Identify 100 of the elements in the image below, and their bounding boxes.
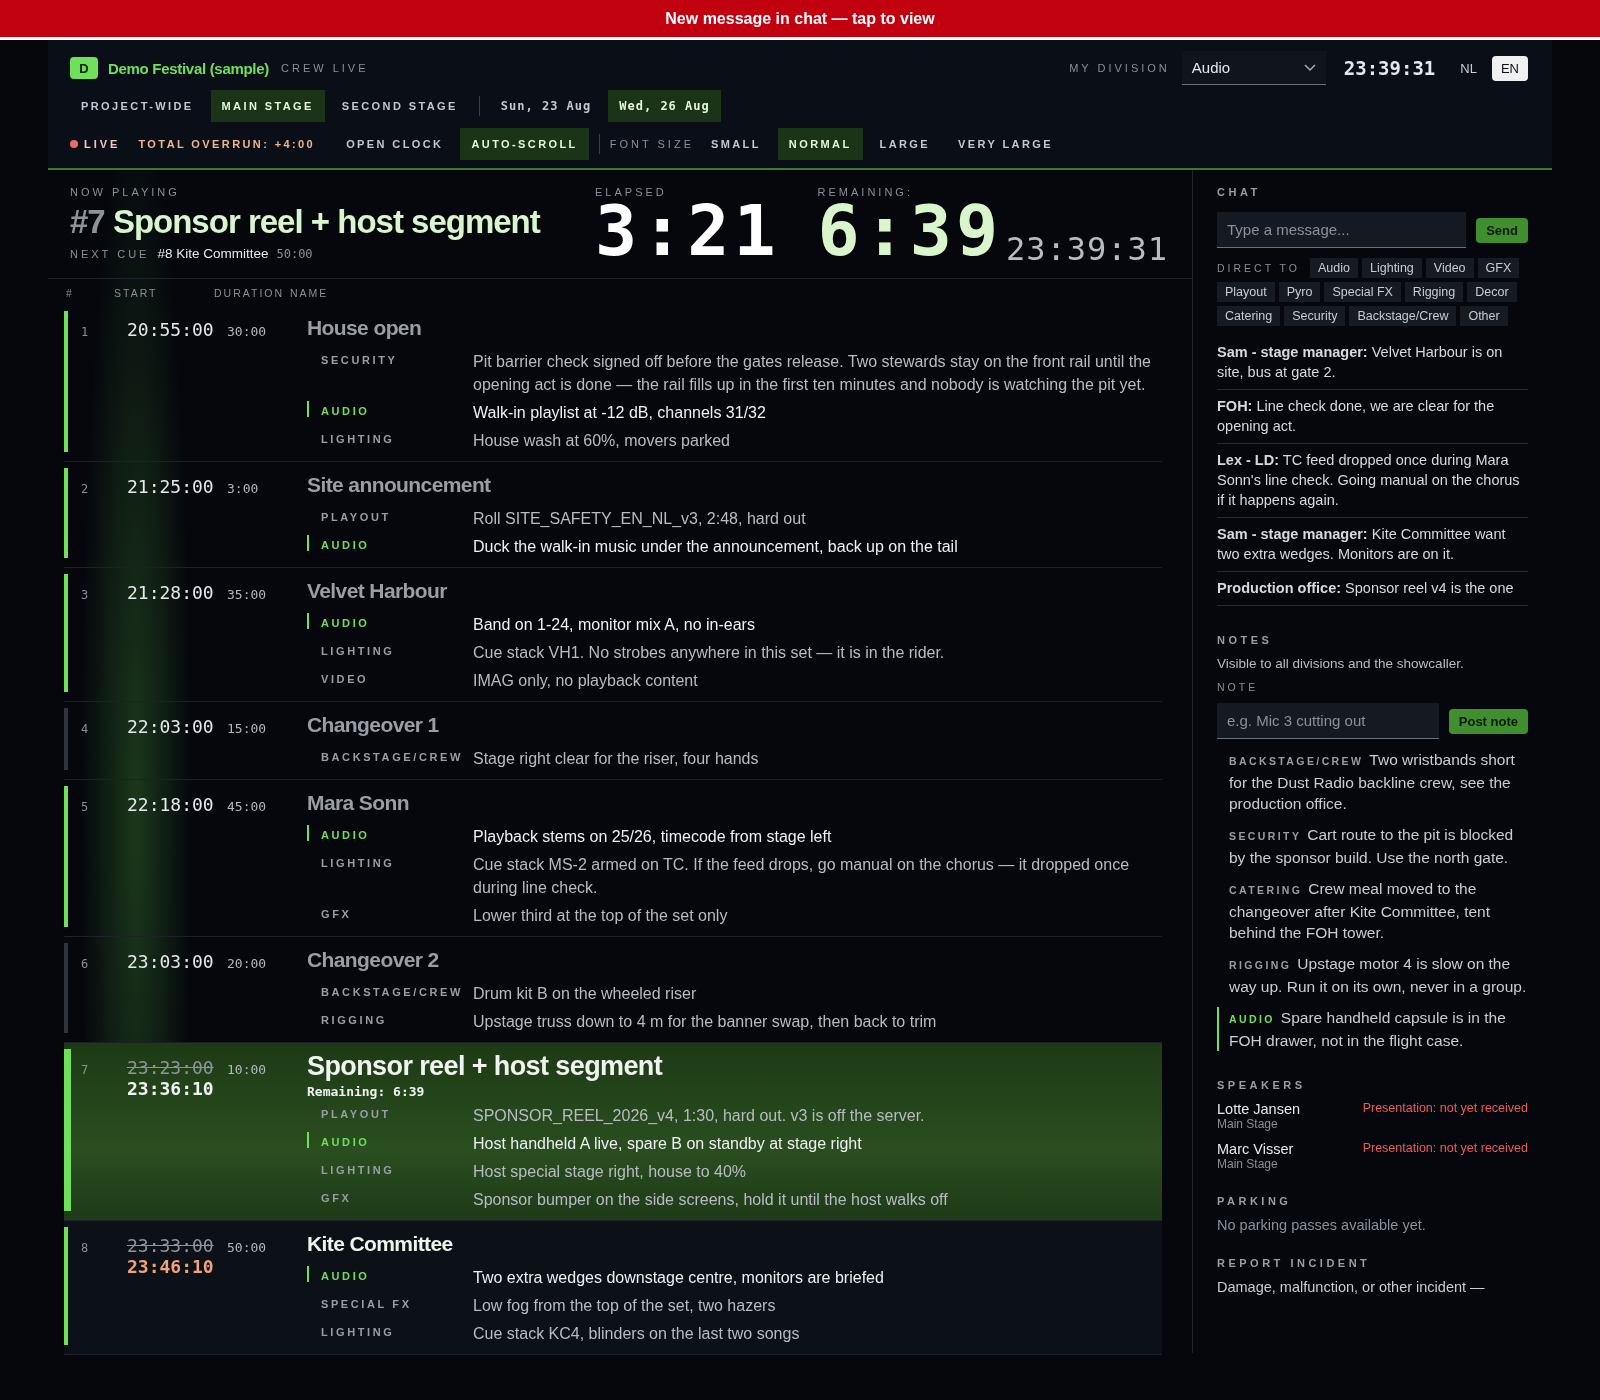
division-note: Cue stack VH1. No strobes anywhere in this set — it is in the rider. bbox=[473, 643, 946, 663]
cue-row[interactable]: 2 21:25:00 3:00 Site announcement PLAYOUT Roll SITE_SAFETY_EN_NL_v3, 2:48, hard out AUDIO Duck the walk-in music under the announcement, back up on the tail bbox=[64, 462, 1162, 568]
font-size-button[interactable]: LARGE bbox=[868, 128, 942, 160]
division-label: GFX bbox=[320, 1191, 353, 1204]
cue-name: Sponsor reel + host segment bbox=[307, 1050, 664, 1083]
cue-name: Changeover 2 bbox=[307, 947, 440, 973]
cue-name: Site announcement bbox=[307, 472, 492, 498]
posted-note: AUDIO Spare handheld capsule is in the FOH drawer, not in the flight case. bbox=[1217, 1007, 1528, 1051]
cue-start-time: 21:28:00 bbox=[127, 582, 214, 603]
cue-number: 5 bbox=[80, 799, 90, 814]
toggle-button[interactable]: AUTO-SCROLL bbox=[460, 128, 589, 160]
division-label: AUDIO bbox=[307, 401, 473, 417]
posted-note: RIGGING Upstage motor 4 is slow on the way up. Run it on its own, never in a group. bbox=[1228, 954, 1528, 997]
cue-start-time: 23:23:00 bbox=[127, 1057, 214, 1078]
post-note-button[interactable]: Post note bbox=[1448, 708, 1528, 734]
font-size-button[interactable]: SMALL bbox=[699, 128, 772, 160]
division-note: House wash at 60%, movers parked bbox=[473, 431, 731, 451]
now-playing-label: NOW PLAYING bbox=[70, 186, 181, 198]
recipient-chip[interactable]: Security bbox=[1284, 306, 1346, 326]
recipient-chip[interactable]: Playout bbox=[1217, 282, 1275, 302]
stage-tab[interactable]: MAIN STAGE bbox=[210, 90, 325, 122]
division-note: Two extra wedges downstage centre, monitors are briefed bbox=[473, 1268, 885, 1288]
notes-title: NOTES bbox=[1217, 634, 1274, 646]
division-note: Upstage truss down to 4 m for the banner swap, then back to trim bbox=[473, 1012, 938, 1032]
language-button[interactable]: NL bbox=[1451, 55, 1486, 81]
font-size-button[interactable]: VERY LARGE bbox=[947, 128, 1064, 160]
message-input[interactable]: Type a message... bbox=[1217, 212, 1467, 248]
division-note: Cue stack KC4, blinders on the last two songs bbox=[473, 1324, 801, 1344]
cue-duration: 45:00 bbox=[227, 798, 268, 814]
column-header: NAME bbox=[290, 287, 330, 299]
speaker-stage: Main Stage bbox=[1217, 1117, 1279, 1131]
font-size-button[interactable]: NORMAL bbox=[777, 128, 863, 160]
current-clock: 23:39:31 bbox=[1005, 230, 1168, 268]
cue-duration: 10:00 bbox=[227, 1061, 268, 1077]
notes-description: Visible to all divisions and the showcaller. bbox=[1217, 656, 1465, 671]
note-field-label: NOTE bbox=[1217, 681, 1260, 693]
new-message-banner[interactable]: New message in chat — tap to view bbox=[0, 0, 1600, 40]
division-label: LIGHTING bbox=[320, 644, 396, 657]
stage-tab[interactable]: SECOND STAGE bbox=[330, 90, 469, 122]
recipient-chip[interactable]: Special FX bbox=[1324, 282, 1401, 302]
report-title: REPORT INCIDENT bbox=[1217, 1257, 1372, 1269]
cue-number: 6 bbox=[80, 956, 90, 971]
cue-row[interactable]: 3 21:28:00 35:00 Velvet Harbour AUDIO Band on 1-24, monitor mix A, no in-ears LIGHTING Cue stack VH1. No strobes anywhere in this set — it is in the rider. VIDEO IMAG only, no playback content bbox=[64, 568, 1162, 702]
elapsed-label: ELAPSED bbox=[595, 186, 668, 198]
header-clock: 23:39:31 bbox=[1343, 57, 1436, 79]
recipient-chip[interactable]: Pyro bbox=[1278, 282, 1321, 302]
division-label: BACKSTAGE/CREW bbox=[320, 985, 464, 998]
date-tab[interactable]: Sun, 23 Aug bbox=[489, 90, 603, 122]
cue-number: 4 bbox=[80, 721, 90, 736]
column-header: START bbox=[114, 287, 159, 299]
report-text: Damage, malfunction, or other incident — bbox=[1217, 1279, 1486, 1295]
font-size-label: FONT SIZE bbox=[609, 138, 694, 150]
posted-note: BACKSTAGE/CREW Two wristbands short for the Dust Radio backline crew, see the production office. bbox=[1228, 750, 1516, 814]
posted-note: SECURITY Cart route to the pit is blocked by the sponsor build. Use the north gate. bbox=[1228, 825, 1515, 868]
chat-message: FOH: Line check done, we are clear for the opening act. bbox=[1217, 390, 1528, 444]
overrun-label: TOTAL OVERRUN: +4:00 bbox=[138, 138, 316, 150]
date-tab[interactable]: Wed, 26 Aug bbox=[608, 90, 721, 122]
division-label: PLAYOUT bbox=[320, 1107, 392, 1120]
cue-start-time: 23:03:00 bbox=[127, 951, 214, 972]
column-header: # bbox=[66, 287, 75, 299]
recipient-chip[interactable]: GFX bbox=[1477, 258, 1520, 278]
next-cue-label: NEXT CUE bbox=[70, 247, 150, 260]
recipient-chip[interactable]: Catering bbox=[1217, 306, 1281, 326]
column-header: DURATION bbox=[214, 287, 286, 299]
division-label: AUDIO bbox=[307, 1266, 473, 1282]
cue-remaining: Remaining: 6:39 bbox=[307, 1084, 426, 1099]
chat-message: Lex - LD: TC feed dropped once during Mara Sonn's line check. Going manual on the chorus if it happens again. bbox=[1217, 444, 1528, 518]
recipient-chip[interactable]: Other bbox=[1460, 306, 1508, 326]
recipient-chip[interactable]: Rigging bbox=[1404, 282, 1464, 302]
language-button[interactable]: EN bbox=[1491, 55, 1528, 81]
recipient-chip[interactable]: Video bbox=[1425, 258, 1474, 278]
cue-name: House open bbox=[307, 315, 423, 341]
division-note: Duck the walk-in music under the announcement, back up on the tail bbox=[473, 537, 959, 557]
recipient-chip[interactable]: Audio bbox=[1310, 258, 1358, 278]
speaker-name: Marc Visser bbox=[1217, 1141, 1295, 1157]
cue-name: Kite Committee bbox=[307, 1231, 454, 1257]
cue-number: 2 bbox=[80, 481, 90, 496]
speaker-stage: Main Stage bbox=[1217, 1157, 1279, 1171]
speaker-name: Lotte Jansen bbox=[1217, 1101, 1302, 1117]
division-note: Pit barrier check signed off before the gates release. Two stewards stay on the front rail until the opening act is done — the rail fills up in the first ten minutes and nobody is watching the pit yet. bbox=[473, 352, 1152, 395]
division-label: SPECIAL FX bbox=[320, 1297, 413, 1310]
division-label: RIGGING bbox=[320, 1013, 388, 1026]
toggle-button[interactable]: OPEN CLOCK bbox=[335, 128, 455, 160]
division-select[interactable]: Audio bbox=[1181, 51, 1326, 85]
recipient-chip[interactable]: Lighting bbox=[1362, 258, 1422, 278]
recipient-chip[interactable]: Decor bbox=[1467, 282, 1517, 302]
send-button[interactable]: Send bbox=[1476, 217, 1528, 243]
note-input[interactable]: e.g. Mic 3 cutting out bbox=[1217, 703, 1439, 739]
cue-row[interactable]: 4 22:03:00 15:00 Changeover 1 BACKSTAGE/CREW Stage right clear for the riser, four hands bbox=[64, 702, 1162, 780]
division-label: GFX bbox=[320, 907, 353, 920]
recipient-chip[interactable]: Backstage/Crew bbox=[1349, 306, 1457, 326]
division-note: Cue stack MS-2 armed on TC. If the feed drops, go manual on the chorus — it dropped once during line check. bbox=[473, 855, 1131, 898]
division-label: BACKSTAGE/CREW bbox=[320, 750, 464, 763]
presentation-status: Presentation: not yet received bbox=[1361, 1141, 1528, 1157]
cue-start-time: 23:33:00 bbox=[127, 1235, 214, 1256]
cue-start-time: 21:25:00 bbox=[127, 476, 214, 497]
remaining-time: 6:39 bbox=[817, 198, 1003, 264]
cue-duration: 15:00 bbox=[227, 720, 268, 736]
division-label: AUDIO bbox=[307, 613, 473, 629]
stage-tab[interactable]: PROJECT-WIDE bbox=[70, 90, 205, 122]
